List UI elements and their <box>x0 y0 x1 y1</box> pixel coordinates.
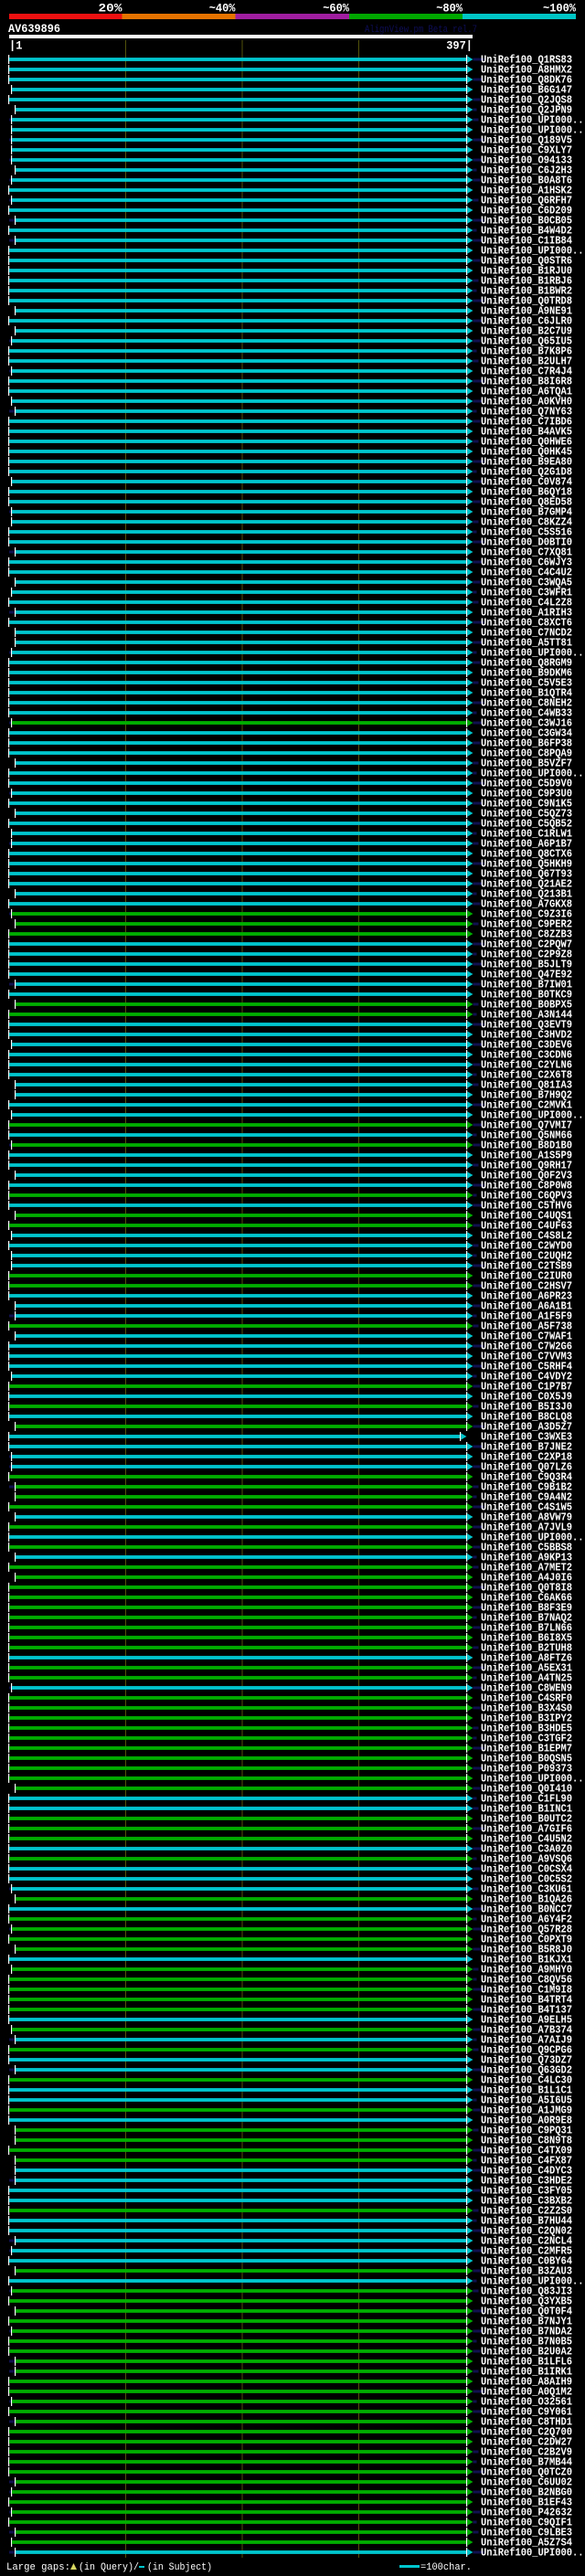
svg-text:AV639896: AV639896 <box>8 22 60 36</box>
svg-text:~60%: ~60% <box>323 2 349 16</box>
svg-text:Large gaps:: Large gaps: <box>6 2562 70 2573</box>
svg-text:(in Subject): (in Subject) <box>147 2562 212 2573</box>
svg-text:~100%: ~100% <box>543 2 576 16</box>
svg-text:|1: |1 <box>9 39 23 53</box>
svg-text:AlignView.pm Beta rel.7: AlignView.pm Beta rel.7 <box>365 25 477 36</box>
svg-text:20%: 20% <box>99 2 122 16</box>
svg-text:~80%: ~80% <box>436 2 463 16</box>
svg-text:UniRef100_UPI000..: UniRef100_UPI000.. <box>481 2548 584 2560</box>
svg-text:=100char.: =100char. <box>420 2562 472 2573</box>
svg-text:~40%: ~40% <box>209 2 236 16</box>
svg-text:397|: 397| <box>446 39 473 53</box>
svg-text:(in Query)/: (in Query)/ <box>79 2562 139 2573</box>
